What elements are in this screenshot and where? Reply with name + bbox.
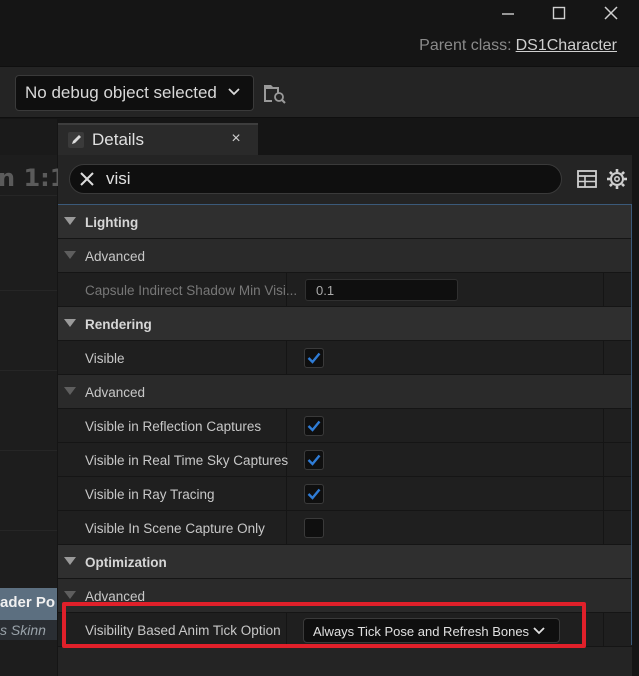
category-label: Optimization xyxy=(85,555,167,570)
reset-cell xyxy=(603,613,632,647)
reset-cell xyxy=(603,409,632,443)
viewport-header xyxy=(0,119,57,155)
expand-arrow-icon[interactable] xyxy=(64,217,76,225)
property-row: Visible In Scene Capture Only xyxy=(58,511,632,545)
grid-line xyxy=(0,530,57,531)
details-pencil-icon xyxy=(68,132,84,148)
subcategory-label: Advanced xyxy=(85,249,146,264)
grid-line xyxy=(0,290,57,291)
visible-scene-capture-checkbox[interactable] xyxy=(304,518,324,538)
reset-cell xyxy=(603,443,632,477)
property-list: Lighting Advanced Capsule Indirect Shado… xyxy=(58,204,632,647)
checkmark-icon xyxy=(307,420,321,432)
anim-tick-option-dropdown[interactable]: Always Tick Pose and Refresh Bones xyxy=(303,618,560,643)
subcategory-advanced[interactable]: Advanced xyxy=(58,375,632,409)
visible-sky-checkbox[interactable] xyxy=(304,450,324,470)
clear-search-icon[interactable] xyxy=(78,170,96,188)
subcategory-label: Advanced xyxy=(85,385,146,400)
dropdown-value: Always Tick Pose and Refresh Bones xyxy=(313,624,530,639)
chevron-down-icon xyxy=(228,88,240,96)
zoom-label: n 1:1 xyxy=(0,164,67,192)
expand-arrow-icon[interactable] xyxy=(64,387,76,395)
checkmark-icon xyxy=(307,352,321,364)
search-input[interactable] xyxy=(106,169,526,189)
visible-ray-checkbox[interactable] xyxy=(304,484,324,504)
category-lighting[interactable]: Lighting xyxy=(58,205,632,239)
tab-details[interactable]: Details × xyxy=(58,123,258,155)
capsule-shadow-input[interactable]: 0.1 xyxy=(305,279,458,301)
parent-class: Parent class: DS1Character xyxy=(419,37,617,55)
title-bar: Parent class: DS1Character xyxy=(0,0,639,66)
folder-search-icon[interactable] xyxy=(263,82,287,104)
checkmark-icon xyxy=(307,454,321,466)
property-row: Visible xyxy=(58,341,632,375)
search-box xyxy=(69,164,562,194)
category-optimization[interactable]: Optimization xyxy=(58,545,632,579)
subcategory-advanced[interactable]: Advanced xyxy=(58,239,632,273)
visible-reflection-checkbox[interactable] xyxy=(304,416,324,436)
property-label: Visible in Ray Tracing xyxy=(85,487,215,502)
expand-arrow-icon[interactable] xyxy=(64,251,76,259)
debug-object-label: No debug object selected xyxy=(25,83,217,102)
visible-checkbox[interactable] xyxy=(304,348,324,368)
property-row: Capsule Indirect Shadow Min Visi... 0.1 xyxy=(58,273,632,307)
property-row: Visibility Based Anim Tick Option Always… xyxy=(58,613,632,647)
checkmark-icon xyxy=(307,488,321,500)
gear-icon[interactable] xyxy=(606,168,628,190)
minimize-icon[interactable] xyxy=(482,0,534,26)
property-label: Visible in Real Time Sky Captures xyxy=(85,453,289,468)
reset-cell xyxy=(603,341,632,375)
node-subtitle: s Skinn xyxy=(0,622,46,638)
maximize-icon[interactable] xyxy=(533,0,585,26)
property-label: Visible xyxy=(85,351,125,366)
reset-cell xyxy=(603,273,632,307)
property-label: Visible in Reflection Captures xyxy=(85,419,262,434)
view-options-table-icon[interactable] xyxy=(577,169,597,189)
debug-object-dropdown[interactable]: No debug object selected xyxy=(15,75,254,111)
category-label: Rendering xyxy=(85,317,152,332)
panel-border xyxy=(631,205,632,645)
property-row: Visible in Ray Tracing xyxy=(58,477,632,511)
parent-class-link[interactable]: DS1Character xyxy=(516,37,617,54)
property-row: Visible in Reflection Captures xyxy=(58,409,632,443)
property-label: Visibility Based Anim Tick Option xyxy=(85,623,281,638)
subcategory-advanced[interactable]: Advanced xyxy=(58,579,632,613)
expand-arrow-icon[interactable] xyxy=(64,591,76,599)
parent-class-label: Parent class: xyxy=(419,37,512,54)
toolbar: No debug object selected xyxy=(0,66,639,118)
grid-line xyxy=(0,195,57,196)
property-label: Capsule Indirect Shadow Min Visi... xyxy=(85,283,298,298)
details-panel: Lighting Advanced Capsule Indirect Shado… xyxy=(58,155,632,676)
category-label: Lighting xyxy=(85,215,139,230)
grid-line xyxy=(0,370,57,371)
category-rendering[interactable]: Rendering xyxy=(58,307,632,341)
graph-node[interactable]: ader Po s Skinn xyxy=(0,588,57,640)
expand-arrow-icon[interactable] xyxy=(64,557,76,565)
expand-arrow-icon[interactable] xyxy=(64,319,76,327)
property-row: Visible in Real Time Sky Captures xyxy=(58,443,632,477)
grid-line xyxy=(0,450,57,451)
close-icon[interactable] xyxy=(585,0,637,26)
property-label: Visible In Scene Capture Only xyxy=(85,521,265,536)
reset-cell xyxy=(603,477,632,511)
chevron-down-icon xyxy=(533,627,545,635)
node-title: ader Po xyxy=(0,588,57,620)
tab-close-icon[interactable]: × xyxy=(228,131,244,147)
subcategory-label: Advanced xyxy=(85,589,146,604)
reset-cell xyxy=(603,511,632,545)
tab-label: Details xyxy=(92,130,144,149)
